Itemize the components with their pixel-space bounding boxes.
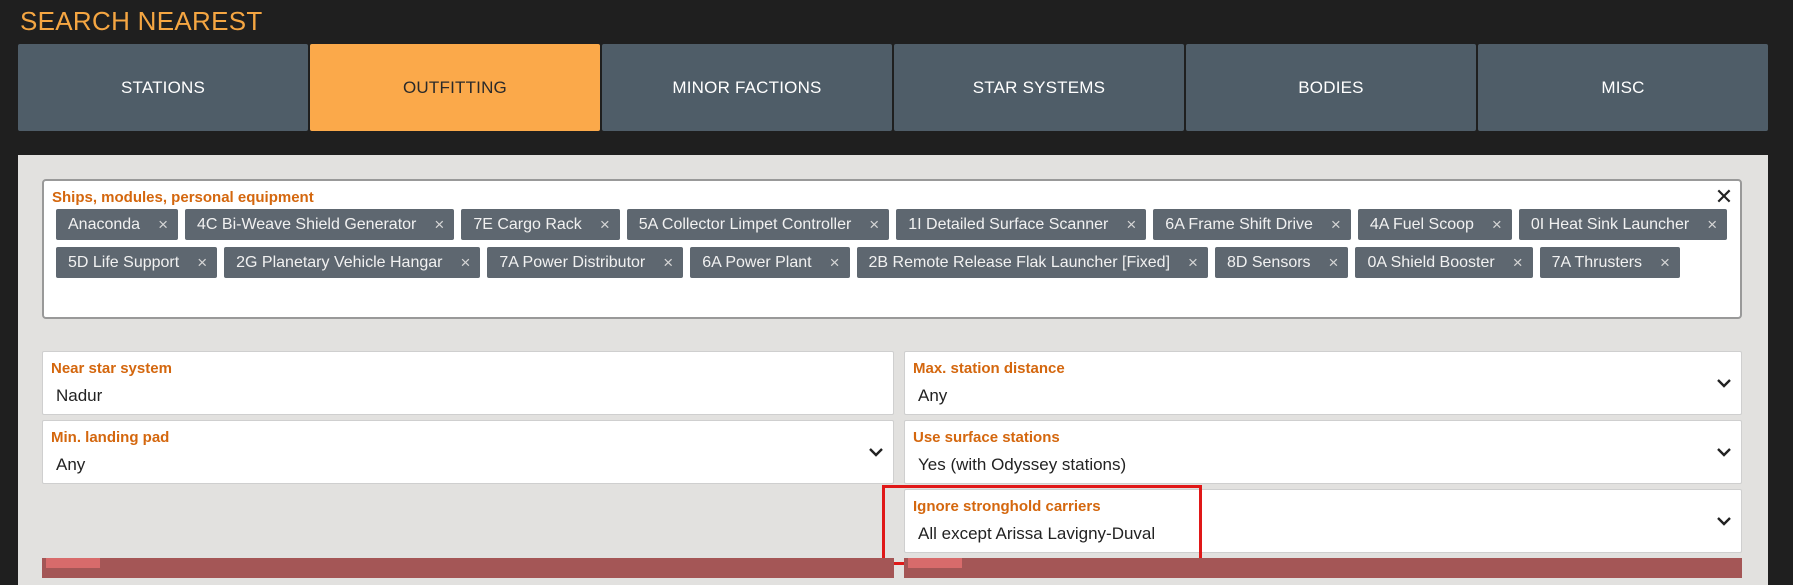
equipment-tag: 6A Power Plant × (690, 247, 850, 278)
remove-tag-icon[interactable]: × (460, 253, 470, 273)
tab-bar: STATIONS OUTFITTING MINOR FACTIONS STAR … (18, 44, 1768, 131)
max-station-distance-select[interactable]: Max. station distance Any (904, 351, 1742, 415)
equipment-tag: 0A Shield Booster × (1355, 247, 1533, 278)
equipment-tag-label: 8D Sensors (1226, 253, 1311, 271)
equipment-label: Ships, modules, personal equipment (52, 189, 314, 206)
tab-misc[interactable]: MISC (1478, 44, 1768, 131)
search-form-panel: Ships, modules, personal equipment ✕ Ana… (18, 155, 1768, 585)
equipment-tag-label: 2B Remote Release Flak Launcher [Fixed] (868, 253, 1171, 271)
clear-all-icon[interactable]: ✕ (1712, 185, 1736, 209)
remove-tag-icon[interactable]: × (1492, 215, 1502, 235)
equipment-tag: 4C Bi-Weave Shield Generator × (185, 209, 455, 240)
min-landing-pad-select[interactable]: Min. landing pad Any (42, 420, 894, 484)
min-landing-pad-label: Min. landing pad (51, 429, 170, 446)
page-title: SEARCH NEAREST (20, 6, 263, 36)
equipment-tag: 0I Heat Sink Launcher × (1518, 209, 1728, 240)
tab-bodies[interactable]: BODIES (1186, 44, 1476, 131)
equipment-tag: Anaconda × (56, 209, 178, 240)
equipment-tag-label: 7A Power Distributor (499, 253, 646, 271)
min-landing-pad-value: Any (56, 455, 86, 474)
use-surface-stations-value: Yes (with Odyssey stations) (918, 455, 1127, 474)
remove-tag-icon[interactable]: × (869, 215, 879, 235)
bottom-action-button-right[interactable] (904, 558, 1742, 578)
equipment-tag-list: Anaconda × 4C Bi-Weave Shield Generator × 7E… (56, 209, 1730, 278)
ignore-stronghold-carriers-select[interactable]: Ignore stronghold carriers All except Ar… (904, 489, 1742, 553)
equipment-multiselect[interactable]: Ships, modules, personal equipment ✕ Ana… (42, 179, 1742, 319)
ignore-stronghold-carriers-value: All except Arissa Lavigny-Duval (918, 524, 1156, 543)
equipment-tag: 8D Sensors × (1214, 247, 1349, 278)
equipment-tag-label: 7E Cargo Rack (473, 215, 582, 233)
remove-tag-icon[interactable]: × (1329, 253, 1339, 273)
remove-tag-icon[interactable]: × (1513, 253, 1523, 273)
remove-tag-icon[interactable]: × (1707, 215, 1717, 235)
equipment-tag: 5A Collector Limpet Controller × (626, 209, 890, 240)
remove-tag-icon[interactable]: × (1188, 253, 1198, 273)
tab-stations[interactable]: STATIONS (18, 44, 308, 131)
max-station-distance-label: Max. station distance (913, 360, 1065, 377)
remove-tag-icon[interactable]: × (158, 215, 168, 235)
equipment-tag-label: 4C Bi-Weave Shield Generator (197, 215, 417, 233)
use-surface-stations-label: Use surface stations (913, 429, 1060, 446)
use-surface-stations-select[interactable]: Use surface stations Yes (with Odyssey s… (904, 420, 1742, 484)
equipment-tag-label: 6A Power Plant (702, 253, 812, 271)
equipment-tag: 6A Frame Shift Drive × (1153, 209, 1351, 240)
equipment-tag: 7A Thrusters × (1539, 247, 1680, 278)
near-star-system-value[interactable]: Nadur (56, 386, 102, 406)
remove-tag-icon[interactable]: × (1331, 215, 1341, 235)
remove-tag-icon[interactable]: × (600, 215, 610, 235)
tab-outfitting[interactable]: OUTFITTING (310, 44, 600, 131)
chevron-down-icon[interactable] (1715, 443, 1733, 461)
equipment-tag-label: 7A Thrusters (1551, 253, 1643, 271)
bottom-action-button-left[interactable] (42, 558, 894, 578)
equipment-tag: 7E Cargo Rack × (461, 209, 620, 240)
chevron-down-icon[interactable] (1715, 512, 1733, 530)
equipment-tag-label: 1I Detailed Surface Scanner (908, 215, 1109, 233)
remove-tag-icon[interactable]: × (197, 253, 207, 273)
near-star-system-field[interactable]: Near star system Nadur (42, 351, 894, 415)
tab-star-systems[interactable]: STAR SYSTEMS (894, 44, 1184, 131)
equipment-tag-label: 4A Fuel Scoop (1369, 215, 1474, 233)
remove-tag-icon[interactable]: × (663, 253, 673, 273)
equipment-tag-label: 5A Collector Limpet Controller (638, 215, 852, 233)
equipment-tag-label: Anaconda (68, 215, 141, 233)
equipment-tag: 5D Life Support × (56, 247, 218, 278)
tab-minor-factions[interactable]: MINOR FACTIONS (602, 44, 892, 131)
chevron-down-icon[interactable] (1715, 374, 1733, 392)
remove-tag-icon[interactable]: × (1126, 215, 1136, 235)
equipment-tag-label: 2G Planetary Vehicle Hangar (236, 253, 443, 271)
equipment-tag-label: 5D Life Support (68, 253, 180, 271)
equipment-tag-label: 0A Shield Booster (1367, 253, 1495, 271)
equipment-tag-label: 0I Heat Sink Launcher (1530, 215, 1690, 233)
equipment-tag-label: 6A Frame Shift Drive (1165, 215, 1313, 233)
equipment-tag: 1I Detailed Surface Scanner × (896, 209, 1147, 240)
equipment-tag: 2B Remote Release Flak Launcher [Fixed] × (856, 247, 1208, 278)
near-star-system-label: Near star system (51, 360, 172, 377)
equipment-tag: 2G Planetary Vehicle Hangar × (224, 247, 481, 278)
equipment-tag: 7A Power Distributor × (487, 247, 684, 278)
remove-tag-icon[interactable]: × (434, 215, 444, 235)
ignore-stronghold-carriers-label: Ignore stronghold carriers (913, 498, 1101, 515)
equipment-tag: 4A Fuel Scoop × (1357, 209, 1512, 240)
max-station-distance-value: Any (918, 386, 948, 405)
remove-tag-icon[interactable]: × (830, 253, 840, 273)
chevron-down-icon[interactable] (867, 443, 885, 461)
remove-tag-icon[interactable]: × (1660, 253, 1670, 273)
